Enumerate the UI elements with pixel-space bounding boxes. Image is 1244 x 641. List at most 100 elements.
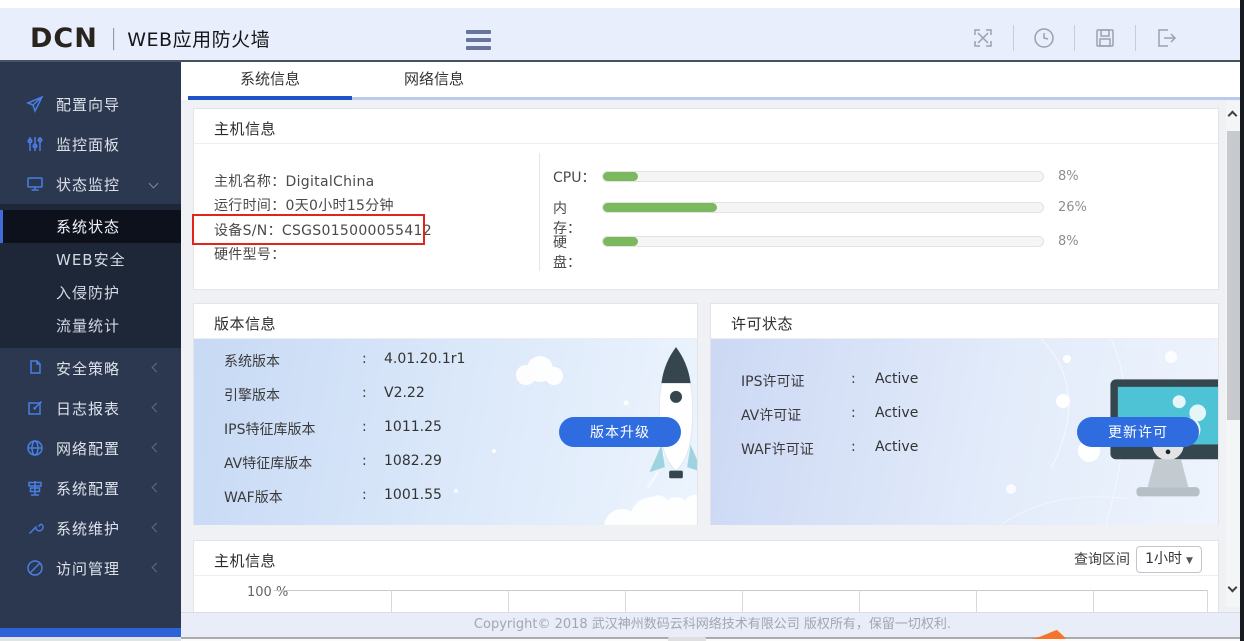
wrench-icon [26,519,44,537]
license-panel-body: IPS许可证:Active AV许可证:Active WAF许可证:Active… [711,339,1218,525]
clock-icon[interactable] [1032,26,1056,50]
content-tabbar: 系统信息 网络信息 [181,62,1244,100]
memory-percent: 26% [1058,200,1087,215]
panel-title: 版本信息 [214,313,276,334]
block-icon [26,559,44,577]
active-tab-underline [188,96,352,100]
logout-icon[interactable] [1154,26,1178,50]
sidebar-item-label: 状态监控 [56,174,120,195]
chevron-left-icon [152,403,162,413]
memory-gauge-track [602,202,1044,213]
sidebar-item-monitor-dashboard[interactable]: 监控面板 [0,124,181,164]
vertical-scrollbar[interactable] [1226,101,1241,607]
chevron-down-icon [1228,583,1238,593]
edit-icon [26,399,44,417]
panel-title: 许可状态 [731,313,793,334]
cpu-gauge-track [602,171,1044,182]
chevron-down-icon [149,179,159,189]
window-right-edge [1240,0,1244,641]
sidebar-item-config-wizard[interactable]: 配置向导 [0,84,181,124]
sidebar-item-network-config[interactable]: 网络配置 [0,428,181,468]
chevron-left-icon [152,483,162,493]
caret-down-icon: ▼ [1186,556,1193,566]
sidebar-item-label: 监控面板 [56,134,120,155]
clipped-element-below [668,637,706,641]
logo-separator: | [110,26,117,51]
brand-area: DCN | WEB应用防火墙 [30,16,270,60]
version-panel-body: 系统版本:4.01.20.1r1 引擎版本:V2.22 IPS特征库版本:101… [194,339,697,525]
chart-top-gridline [274,590,1208,591]
subitem-label: 流量统计 [56,315,120,336]
sidebar-item-label: 日志报表 [56,398,120,419]
sliders-icon [26,135,44,153]
version-upgrade-button[interactable]: 版本升级 [559,417,681,447]
panel-title: 主机信息 [214,118,276,139]
panel-header: 主机信息 [194,109,1218,144]
column-divider [539,153,540,271]
fullscreen-icon[interactable] [971,26,995,50]
query-interval-label: 查询区间 [1074,549,1130,571]
sidebar-item-status-monitor[interactable]: 状态监控 [0,164,181,204]
sidebar-item-access-management[interactable]: 访问管理 [0,548,181,588]
subitem-label: WEB安全 [56,249,126,270]
waf-admin-window: DCN | WEB应用防火墙 [0,0,1244,641]
signpost-icon [26,479,44,497]
dcn-logo: DCN [30,23,98,54]
serial-number-highlight-box [192,214,425,245]
sidebar-bottom-edge [0,637,181,641]
memory-gauge-fill [603,203,717,212]
sidebar-item-security-policy[interactable]: 安全策略 [0,348,181,388]
sidebar-item-label: 系统维护 [56,518,120,539]
tab-system-info[interactable]: 系统信息 [188,62,352,97]
version-info-panel: 版本信息 [193,303,698,525]
tab-network-info[interactable]: 网络信息 [352,62,516,97]
header-toolbar [953,16,1196,60]
copyright-text: Copyright© 2018 武汉神州数码云科网络技术有限公司 版权所有，保留… [474,617,951,632]
disk-percent: 8% [1058,234,1079,249]
sidebar-item-system-maintenance[interactable]: 系统维护 [0,508,181,548]
sidebar-bottom-accent [0,628,181,637]
host-name-field: 主机名称：DigitalChina [214,171,375,193]
sidebar-nav: 配置向导 监控面板 状态监控 系统状态 WEB安全 入侵防护 流量统计 [0,60,181,628]
bottom-strip [181,637,1244,641]
chevron-up-icon [1228,111,1238,121]
save-icon[interactable] [1093,26,1117,50]
toolbar-divider [1135,25,1136,51]
panel-header: 主机信息 查询区间 1小时▼ [194,541,1218,576]
orange-swoosh-graphic [1030,630,1066,639]
hamburger-menu-icon[interactable] [466,30,492,52]
scroll-down-button[interactable] [1226,583,1241,599]
sidebar-subitem-intrusion-prevention[interactable]: 入侵防护 [0,276,181,309]
cpu-percent: 8% [1058,169,1079,184]
sidebar-item-label: 系统配置 [56,478,120,499]
toolbar-divider [1074,25,1075,51]
sidebar-subitem-system-status[interactable]: 系统状态 [0,210,181,243]
disk-gauge-fill [603,237,638,246]
footer: Copyright© 2018 武汉神州数码云科网络技术有限公司 版权所有，保留… [181,612,1244,637]
sidebar-item-label: 配置向导 [56,94,120,115]
chevron-left-icon [152,363,162,373]
panel-header: 版本信息 [194,304,697,339]
window-top-strip [0,0,1244,8]
scroll-up-button[interactable] [1226,109,1241,125]
sidebar-subitem-web-security[interactable]: WEB安全 [0,243,181,276]
globe-icon [26,439,44,457]
monitor-illustration [1103,375,1218,525]
sidebar-subitem-traffic-stats[interactable]: 流量统计 [0,309,181,342]
document-icon [26,359,44,377]
paper-plane-icon [26,95,44,113]
scrollbar-thumb[interactable] [1227,131,1240,420]
toolbar-divider [1013,25,1014,51]
license-update-button[interactable]: 更新许可 [1077,417,1199,447]
interval-dropdown[interactable]: 1小时▼ [1136,546,1202,573]
sidebar-item-system-config[interactable]: 系统配置 [0,468,181,508]
tabbar-baseline [352,97,1244,100]
subitem-label: 系统状态 [56,216,120,237]
chevron-left-icon [152,443,162,453]
monitor-icon [26,175,44,193]
license-status-panel: 许可状态 [710,303,1219,525]
sidebar-item-log-report[interactable]: 日志报表 [0,388,181,428]
cpu-gauge-fill [603,172,638,181]
y-axis-top-label: 100 % [247,585,288,600]
panel-title: 主机信息 [214,550,276,571]
